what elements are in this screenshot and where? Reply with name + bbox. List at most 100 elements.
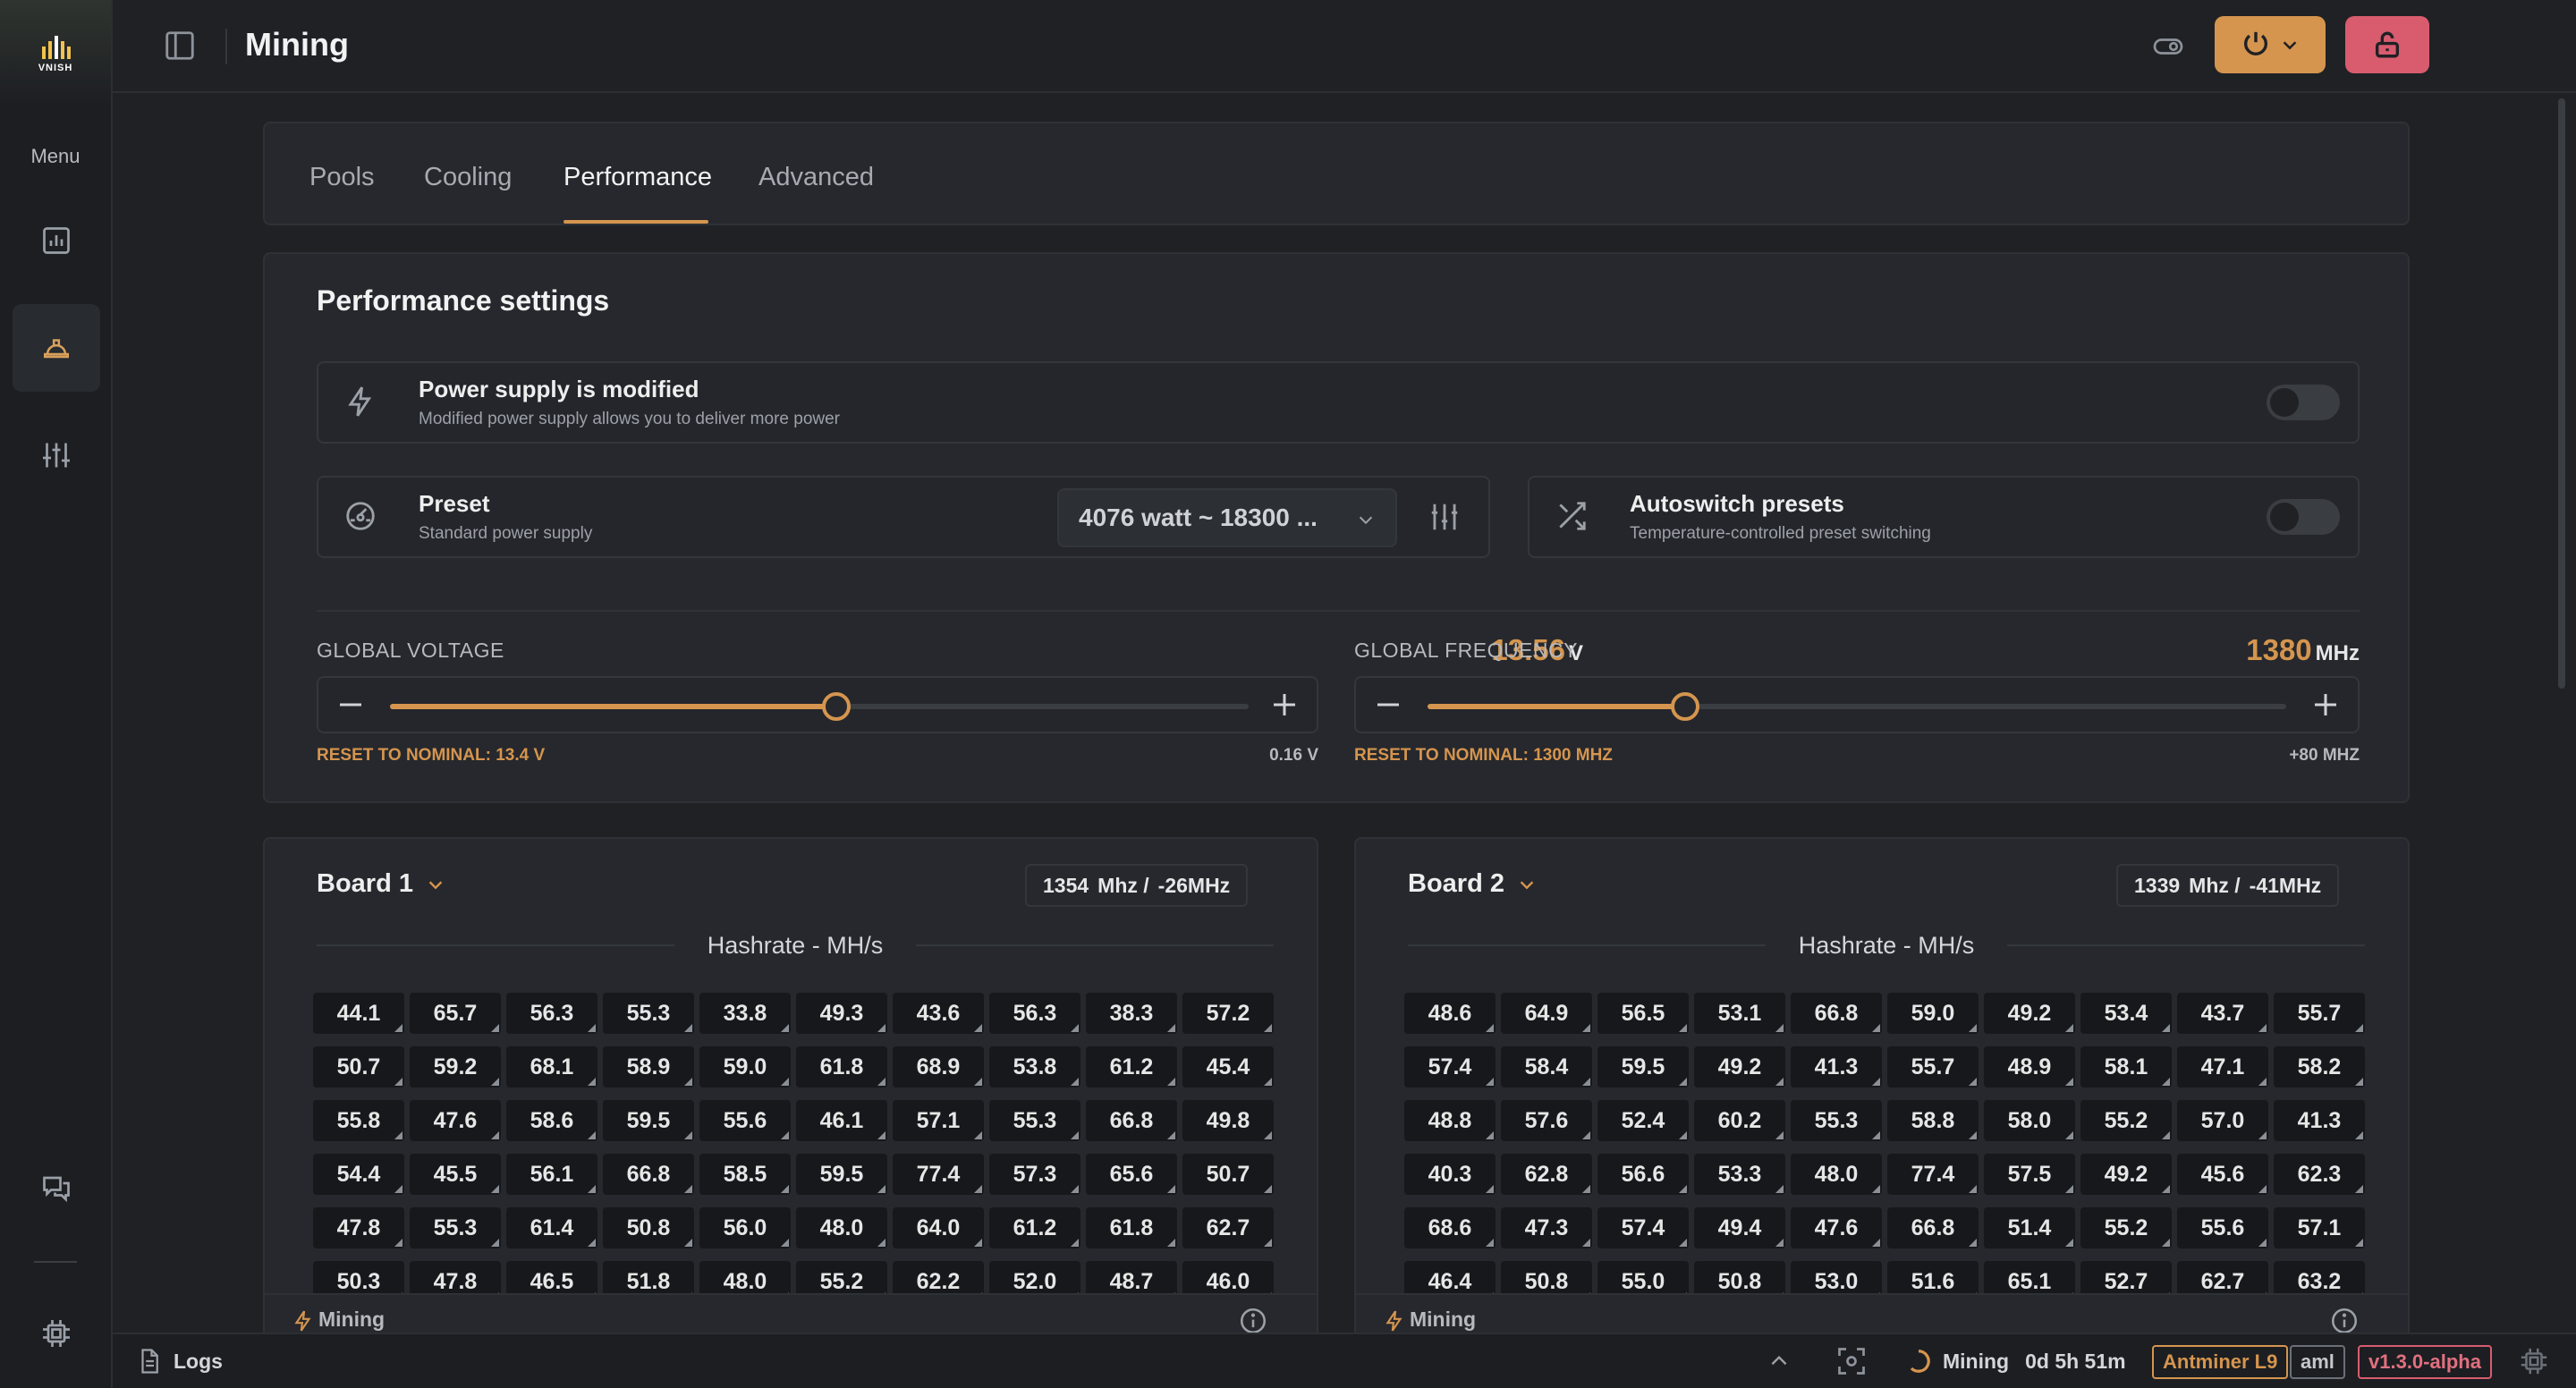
hashrate-chip[interactable]: 57.5: [1984, 1154, 2075, 1195]
hashrate-chip[interactable]: 45.6: [2177, 1154, 2268, 1195]
hashrate-chip[interactable]: 68.1: [506, 1046, 597, 1088]
hashrate-chip[interactable]: 57.1: [2274, 1207, 2365, 1248]
frequency-track[interactable]: [1428, 692, 2286, 721]
unlock-button[interactable]: [2345, 16, 2429, 73]
hashrate-chip[interactable]: 56.1: [506, 1154, 597, 1195]
menu-label[interactable]: Menu: [0, 145, 111, 168]
hashrate-chip[interactable]: 55.3: [410, 1207, 501, 1248]
brand-logo[interactable]: VNISH: [0, 0, 111, 107]
tab-cooling[interactable]: Cooling: [424, 163, 512, 192]
hashrate-chip[interactable]: 58.0: [1984, 1100, 2075, 1141]
hashrate-chip[interactable]: 68.6: [1404, 1207, 1496, 1248]
hashrate-chip[interactable]: 52.4: [1597, 1100, 1689, 1141]
hashrate-chip[interactable]: 57.1: [893, 1100, 984, 1141]
hashrate-chip[interactable]: 64.0: [893, 1207, 984, 1248]
theme-toggle-button[interactable]: [2150, 30, 2186, 63]
hashrate-chip[interactable]: 47.1: [2177, 1046, 2268, 1088]
page-scrollbar[interactable]: [2558, 98, 2565, 689]
hashrate-chip[interactable]: 77.4: [893, 1154, 984, 1195]
hashrate-chip[interactable]: 58.2: [2274, 1046, 2365, 1088]
hashrate-chip[interactable]: 57.4: [1597, 1207, 1689, 1248]
hashrate-chip[interactable]: 55.7: [2274, 993, 2365, 1034]
logs-button[interactable]: Logs: [136, 1334, 223, 1388]
sidebar-item-system[interactable]: [13, 1290, 100, 1377]
sidebar-item-settings[interactable]: [13, 411, 100, 499]
hashrate-chip[interactable]: 49.2: [2080, 1154, 2172, 1195]
hashrate-chip[interactable]: 53.3: [1694, 1154, 1785, 1195]
hashrate-chip[interactable]: 59.5: [1597, 1046, 1689, 1088]
hashrate-chip[interactable]: 57.0: [2177, 1100, 2268, 1141]
hashrate-chip[interactable]: 59.0: [1887, 993, 1979, 1034]
hashrate-chip[interactable]: 65.6: [1086, 1154, 1177, 1195]
hashrate-chip[interactable]: 43.7: [2177, 993, 2268, 1034]
hashrate-chip[interactable]: 45.5: [410, 1154, 501, 1195]
hashrate-chip[interactable]: 66.8: [1791, 993, 1882, 1034]
voltage-increase-button[interactable]: [1268, 689, 1301, 721]
hashrate-chip[interactable]: 48.0: [1791, 1154, 1882, 1195]
hashrate-chip[interactable]: 55.6: [2177, 1207, 2268, 1248]
hashrate-chip[interactable]: 53.4: [2080, 993, 2172, 1034]
hashrate-chip[interactable]: 62.8: [1501, 1154, 1592, 1195]
hashrate-chip[interactable]: 66.8: [1887, 1207, 1979, 1248]
hashrate-chip[interactable]: 47.6: [410, 1100, 501, 1141]
hashrate-chip[interactable]: 54.4: [313, 1154, 404, 1195]
hashrate-chip[interactable]: 56.6: [1597, 1154, 1689, 1195]
frequency-increase-button[interactable]: [2309, 689, 2342, 721]
frequency-decrease-button[interactable]: [1372, 689, 1404, 721]
hashrate-chip[interactable]: 57.3: [989, 1154, 1080, 1195]
locate-device-button[interactable]: [1835, 1334, 1868, 1388]
hashrate-chip[interactable]: 47.8: [313, 1207, 404, 1248]
hashrate-chip[interactable]: 58.6: [506, 1100, 597, 1141]
hashrate-chip[interactable]: 59.2: [410, 1046, 501, 1088]
hashrate-chip[interactable]: 50.7: [1182, 1154, 1274, 1195]
hashrate-chip[interactable]: 47.6: [1791, 1207, 1882, 1248]
hashrate-chip[interactable]: 62.3: [2274, 1154, 2365, 1195]
hashrate-chip[interactable]: 50.8: [603, 1207, 694, 1248]
hashrate-chip[interactable]: 46.1: [796, 1100, 887, 1141]
hashrate-chip[interactable]: 60.2: [1694, 1100, 1785, 1141]
hashrate-chip[interactable]: 58.5: [699, 1154, 791, 1195]
hashrate-chip[interactable]: 55.2: [2080, 1100, 2172, 1141]
hashrate-chip[interactable]: 49.2: [1984, 993, 2075, 1034]
tab-pools[interactable]: Pools: [309, 163, 375, 192]
hashrate-chip[interactable]: 57.6: [1501, 1100, 1592, 1141]
hashrate-chip[interactable]: 68.9: [893, 1046, 984, 1088]
hashrate-chip[interactable]: 38.3: [1086, 993, 1177, 1034]
hashrate-chip[interactable]: 41.3: [2274, 1100, 2365, 1141]
hashrate-chip[interactable]: 62.7: [1182, 1207, 1274, 1248]
hashrate-chip[interactable]: 44.1: [313, 993, 404, 1034]
hashrate-chip[interactable]: 59.5: [603, 1100, 694, 1141]
hashrate-chip[interactable]: 55.8: [313, 1100, 404, 1141]
board-selector[interactable]: Board 2: [1408, 869, 1537, 899]
hashrate-chip[interactable]: 61.8: [1086, 1207, 1177, 1248]
voltage-track[interactable]: [390, 692, 1249, 721]
sidebar-item-dashboard[interactable]: [13, 197, 100, 284]
hashrate-chip[interactable]: 49.4: [1694, 1207, 1785, 1248]
tab-advanced[interactable]: Advanced: [758, 163, 874, 192]
hashrate-chip[interactable]: 40.3: [1404, 1154, 1496, 1195]
power-supply-toggle[interactable]: [2267, 385, 2340, 420]
power-menu-button[interactable]: [2215, 16, 2326, 73]
hashrate-chip[interactable]: 61.2: [989, 1207, 1080, 1248]
hashrate-chip[interactable]: 48.9: [1984, 1046, 2075, 1088]
hashrate-chip[interactable]: 43.6: [893, 993, 984, 1034]
hashrate-chip[interactable]: 51.4: [1984, 1207, 2075, 1248]
hashrate-chip[interactable]: 56.5: [1597, 993, 1689, 1034]
hashrate-chip[interactable]: 53.1: [1694, 993, 1785, 1034]
toggle-sidebar-button[interactable]: [163, 29, 197, 63]
hashrate-chip[interactable]: 58.9: [603, 1046, 694, 1088]
hashrate-chip[interactable]: 61.4: [506, 1207, 597, 1248]
hashrate-chip[interactable]: 58.8: [1887, 1100, 1979, 1141]
hashrate-chip[interactable]: 55.7: [1887, 1046, 1979, 1088]
hashrate-chip[interactable]: 48.6: [1404, 993, 1496, 1034]
hashrate-chip[interactable]: 66.8: [1086, 1100, 1177, 1141]
hashrate-chip[interactable]: 57.4: [1404, 1046, 1496, 1088]
preset-tune-button[interactable]: [1428, 499, 1462, 535]
voltage-reset-link[interactable]: RESET TO NOMINAL: 13.4 V: [317, 746, 545, 766]
hashrate-chip[interactable]: 59.0: [699, 1046, 791, 1088]
hashrate-chip[interactable]: 41.3: [1791, 1046, 1882, 1088]
hashrate-chip[interactable]: 65.7: [410, 993, 501, 1034]
preset-select[interactable]: 4076 watt ~ 18300 ...: [1057, 488, 1397, 547]
autoswitch-toggle[interactable]: [2267, 499, 2340, 535]
hashrate-chip[interactable]: 55.3: [989, 1100, 1080, 1141]
